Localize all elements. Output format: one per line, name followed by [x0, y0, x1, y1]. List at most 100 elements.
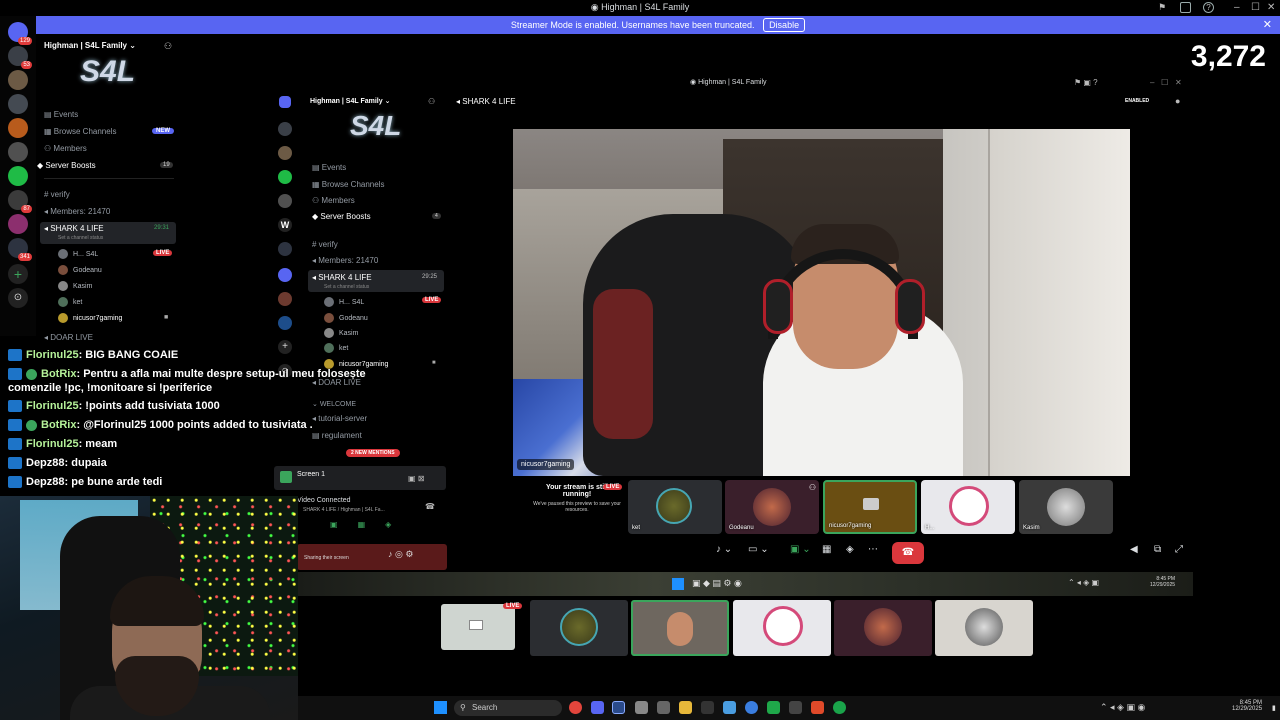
inner-window-controls[interactable]: – ☐ ✕ [1150, 78, 1182, 87]
inner-voice-user[interactable]: Kasim [324, 328, 358, 338]
channel-shark-4-life[interactable]: ◂ SHARK 4 LIFE [44, 224, 104, 233]
server-icon[interactable] [278, 268, 292, 282]
fullscreen-icon[interactable]: ⤢ [1175, 544, 1183, 562]
inner-sidebar-item-boosts[interactable]: ◆ Server Boosts [312, 212, 371, 221]
inner-voice-user[interactable]: Godeanu [324, 313, 368, 323]
excel-icon[interactable] [767, 701, 780, 714]
inner-channel-tutorial[interactable]: ◂ tutorial-server [312, 414, 367, 423]
inner-inbox-icon[interactable]: ⚑ ▣ ? [1074, 78, 1098, 87]
server-name[interactable]: Highman | S4L Family ⌄ [44, 41, 136, 50]
new-mentions-pill[interactable]: 2 NEW MENTIONS [346, 449, 400, 457]
screen-icon[interactable] [1180, 2, 1191, 13]
tray-icons[interactable]: ⌃ ◂ ◈ ▣ ◉ [1100, 702, 1145, 713]
inner-voice-user[interactable]: H... S4L [324, 297, 364, 307]
minimize-icon[interactable]: – [1234, 2, 1240, 13]
participant-tile[interactable]: ket [628, 480, 722, 534]
inner-start-icon[interactable] [672, 578, 684, 590]
server-icon[interactable] [278, 316, 292, 330]
app-icon[interactable] [789, 701, 802, 714]
camera-toggle-button[interactable]: ▭ ⌄ [748, 544, 769, 562]
inner-channel-members[interactable]: ◂ Members: 21470 [312, 256, 378, 265]
server-icon[interactable]: 53 [8, 46, 32, 69]
chrome-icon[interactable] [569, 701, 582, 714]
activities-button[interactable]: ▦ [822, 544, 831, 562]
inner-server-name[interactable]: Highman | S4L Family ⌄ [310, 97, 390, 105]
server-icon[interactable]: 341 [8, 238, 32, 261]
server-icon[interactable] [278, 292, 292, 306]
soundboard-button[interactable]: ◈ [846, 544, 854, 562]
edge-icon[interactable] [745, 701, 758, 714]
screen-thumbnail[interactable] [441, 604, 515, 650]
participant-tile[interactable]: H... [921, 480, 1015, 534]
voice-user[interactable]: Kasim [58, 281, 92, 291]
app-icon[interactable] [657, 701, 670, 714]
home-icon[interactable]: 129 [8, 22, 32, 45]
server-icon[interactable] [278, 122, 292, 136]
end-call-button[interactable]: ☎ [892, 542, 924, 564]
channel-verify[interactable]: # verify [44, 190, 70, 199]
sidebar-item-members[interactable]: ⚇ Members [44, 144, 87, 153]
server-icon[interactable] [8, 70, 28, 90]
popout-icon[interactable]: ⧉ [1154, 544, 1161, 562]
inner-voice-user[interactable]: ket [324, 343, 348, 353]
brave-icon[interactable] [811, 701, 824, 714]
voice-user[interactable]: nicusor7gaming [58, 313, 122, 323]
close-icon[interactable]: ✕ [1267, 2, 1275, 13]
server-icon[interactable] [278, 242, 292, 256]
inner-channel-shark-4-life[interactable]: ◂ SHARK 4 LIFE [312, 273, 372, 282]
inner-sidebar-item-members[interactable]: ⚇ Members [312, 196, 355, 205]
discover-icon[interactable]: ⊙ [8, 288, 28, 308]
voice-user[interactable]: ket [58, 297, 82, 307]
app-icon[interactable] [833, 701, 846, 714]
server-icon[interactable] [8, 214, 28, 234]
main-video-stage[interactable]: nicusor7gaming [513, 129, 1130, 476]
inner-channel-status[interactable]: Set a channel status [324, 284, 369, 290]
discord-icon[interactable] [591, 701, 604, 714]
more-button[interactable]: ⋯ [868, 544, 878, 562]
inner-tray-icons[interactable]: ⌃ ◂ ◈ ▣ [1068, 578, 1099, 587]
voice-controls[interactable]: ▣ ▦ ◈ [330, 520, 391, 529]
sidebar-item-browse-channels[interactable]: ▦ Browse Channels [44, 127, 116, 136]
chat-icon[interactable]: ● [1175, 96, 1180, 106]
app-icon[interactable] [635, 701, 648, 714]
app-icon[interactable] [723, 701, 736, 714]
video-channel-path[interactable]: SHARK 4 LIFE / Highman | S4L Fa... [303, 507, 385, 513]
server-icon[interactable] [278, 146, 292, 160]
voice-user[interactable]: H... S4L [58, 249, 98, 259]
server-icon[interactable] [8, 94, 28, 114]
channel-members-count[interactable]: ◂ Members: 21470 [44, 207, 110, 216]
inner-add-member-icon[interactable]: ⚇ [428, 97, 435, 106]
server-icon[interactable]: 87 [8, 190, 32, 213]
banner-close-icon[interactable]: ✕ [1263, 16, 1272, 34]
sidebar-item-server-boosts[interactable]: ◆ Server Boosts [37, 161, 96, 170]
server-icon[interactable] [8, 166, 28, 186]
sidebar-item-events[interactable]: ▤ Events [44, 110, 78, 119]
maximize-icon[interactable]: ☐ [1251, 2, 1260, 13]
server-icon[interactable] [278, 194, 292, 208]
start-icon[interactable] [434, 701, 447, 714]
disconnect-icon[interactable]: ☎ [425, 502, 435, 511]
folder-icon[interactable] [679, 701, 692, 714]
participant-tile[interactable]: Godeanu ⚇ [725, 480, 819, 534]
taskbar-search[interactable]: ⚲ Search [454, 700, 562, 716]
thumbnail-tile[interactable] [530, 600, 628, 656]
inner-sidebar-item-browse[interactable]: ▦ Browse Channels [312, 180, 384, 189]
add-member-icon[interactable]: ⚇ [164, 41, 172, 52]
mic-headset-settings-icons[interactable]: ♪ ◎ ⚙ [388, 549, 413, 560]
app-icon[interactable] [701, 701, 714, 714]
thumbnail-tile[interactable] [834, 600, 932, 656]
screen-share-controls[interactable]: ▣ ⊠ [408, 474, 424, 483]
participant-tile[interactable]: nicusor7gaming [823, 480, 917, 534]
inner-sidebar-item-events[interactable]: ▤ Events [312, 163, 346, 172]
voice-user[interactable]: Godeanu [58, 265, 102, 275]
thumbnail-tile[interactable] [935, 600, 1033, 656]
server-icon[interactable] [8, 142, 28, 162]
thumbnail-tile[interactable] [631, 600, 729, 656]
participant-tile[interactable]: Kasim [1019, 480, 1113, 534]
inbox-icon[interactable]: ⚑ [1158, 2, 1169, 13]
disable-button[interactable]: Disable [763, 18, 806, 32]
notification-icon[interactable]: ▮ [1272, 704, 1276, 712]
server-icon[interactable] [8, 118, 28, 138]
screen-share-button[interactable]: ▣ ⌄ [790, 544, 811, 562]
mic-button[interactable]: ♪ ⌄ [716, 544, 732, 562]
